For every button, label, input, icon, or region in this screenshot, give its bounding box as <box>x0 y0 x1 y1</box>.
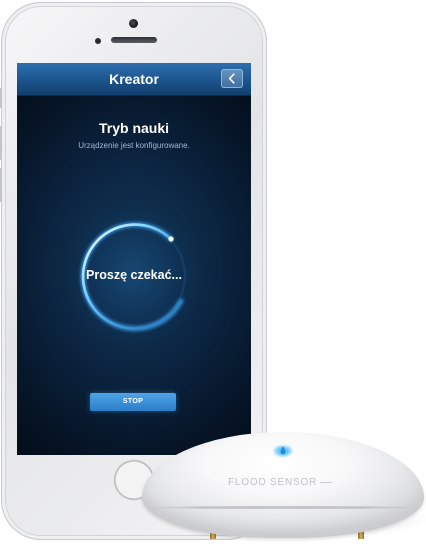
chevron-left-icon <box>228 73 235 84</box>
volume-down-button <box>0 168 2 202</box>
device-label-dash <box>320 481 333 483</box>
device-label-text: FLOOD SENSOR <box>228 477 318 488</box>
navbar: Kreator <box>17 63 251 96</box>
earpiece-speaker <box>111 37 157 43</box>
status-text: Urządzenie jest konfigurowane. <box>78 141 190 150</box>
volume-up-button <box>0 126 2 160</box>
product-photo: Kreator Tryb nauki Urządzenie jest konfi… <box>0 0 426 547</box>
spinner-label: Proszę czekać... <box>86 268 182 282</box>
proximity-sensor <box>95 38 101 44</box>
navbar-title: Kreator <box>109 71 159 87</box>
mute-switch <box>0 88 2 108</box>
stop-button[interactable]: STOP <box>90 393 176 411</box>
device-seam <box>148 506 418 509</box>
page-title: Tryb nauki <box>98 120 170 136</box>
phone-screen: Kreator Tryb nauki Urządzenie jest konfi… <box>17 63 251 455</box>
device-label: FLOOD SENSOR <box>228 477 368 488</box>
water-drop-icon <box>272 444 294 458</box>
front-camera <box>129 19 138 28</box>
back-button[interactable] <box>221 69 243 88</box>
